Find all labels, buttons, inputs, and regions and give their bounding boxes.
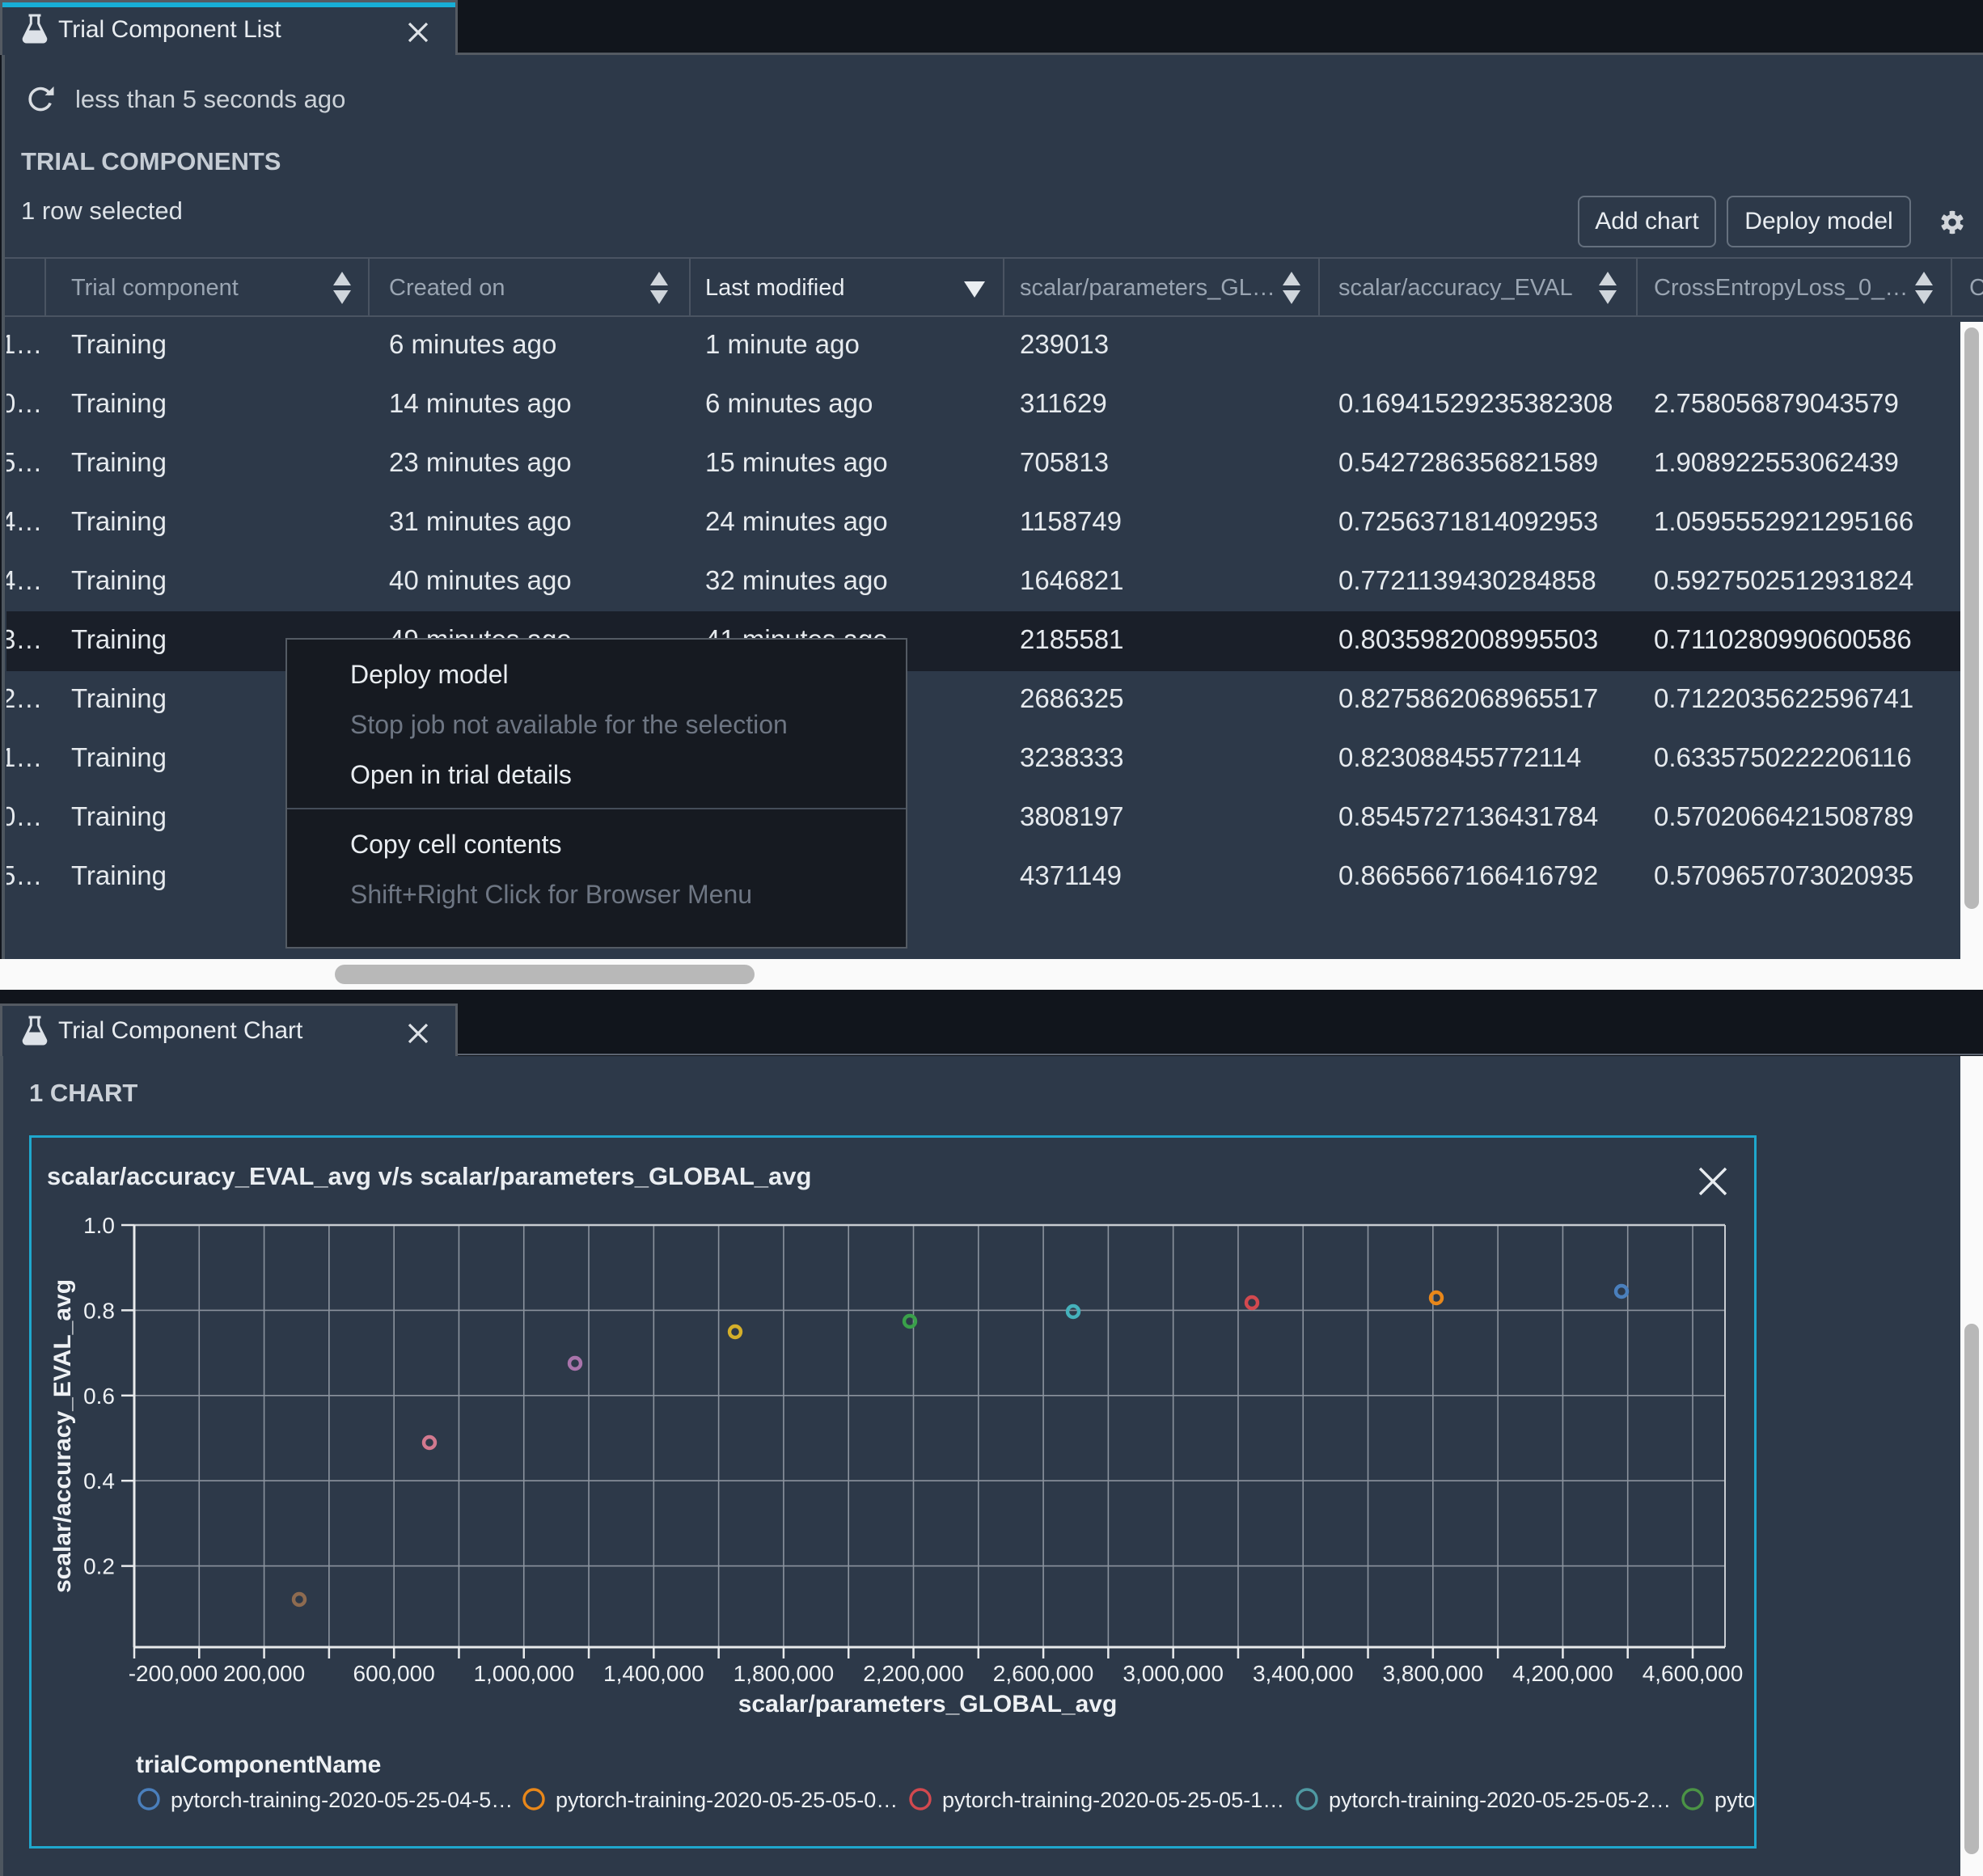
- svg-text:0.6: 0.6: [83, 1384, 115, 1409]
- svg-text:1,800,000: 1,800,000: [734, 1661, 835, 1686]
- svg-text:pytorch-training-2020-05-25-05: pytorch-training-2020-05-25-05-1…: [942, 1788, 1284, 1812]
- svg-text:3,800,000: 3,800,000: [1383, 1661, 1484, 1686]
- svg-text:2,200,000: 2,200,000: [863, 1661, 964, 1686]
- svg-text:3,400,000: 3,400,000: [1253, 1661, 1354, 1686]
- svg-text:600,000: 600,000: [353, 1661, 435, 1686]
- svg-text:-200,000: -200,000: [129, 1661, 218, 1686]
- svg-text:200,000: 200,000: [223, 1661, 305, 1686]
- svg-text:scalar/accuracy_EVAL_avg: scalar/accuracy_EVAL_avg: [49, 1279, 76, 1593]
- svg-text:pytorch-training-2020-05-25-05: pytorch-training-2020-05-25-05-2…: [1329, 1788, 1671, 1812]
- svg-text:pytorch-training-2020-05-25-05: pytorch-training-2020-05-25-05-0…: [556, 1788, 898, 1812]
- svg-text:1,400,000: 1,400,000: [603, 1661, 704, 1686]
- svg-text:1.0: 1.0: [83, 1213, 115, 1238]
- svg-text:4,200,000: 4,200,000: [1512, 1661, 1613, 1686]
- svg-text:0.4: 0.4: [83, 1468, 115, 1494]
- svg-text:1,000,000: 1,000,000: [473, 1661, 574, 1686]
- svg-text:2,600,000: 2,600,000: [993, 1661, 1094, 1686]
- svg-text:3,000,000: 3,000,000: [1123, 1661, 1224, 1686]
- svg-text:0.2: 0.2: [83, 1554, 115, 1579]
- svg-text:0.8: 0.8: [83, 1298, 115, 1323]
- svg-text:4,600,000: 4,600,000: [1643, 1661, 1744, 1686]
- svg-text:pytorch-training-2020-05-25-04: pytorch-training-2020-05-25-04-5…: [171, 1788, 513, 1812]
- svg-text:trialComponentName: trialComponentName: [136, 1751, 381, 1778]
- svg-text:scalar/parameters_GLOBAL_avg: scalar/parameters_GLOBAL_avg: [738, 1691, 1118, 1718]
- svg-text:pytorch-training-2020-05-25-05: pytorch-training-2020-05-25-05…: [1715, 1788, 1754, 1812]
